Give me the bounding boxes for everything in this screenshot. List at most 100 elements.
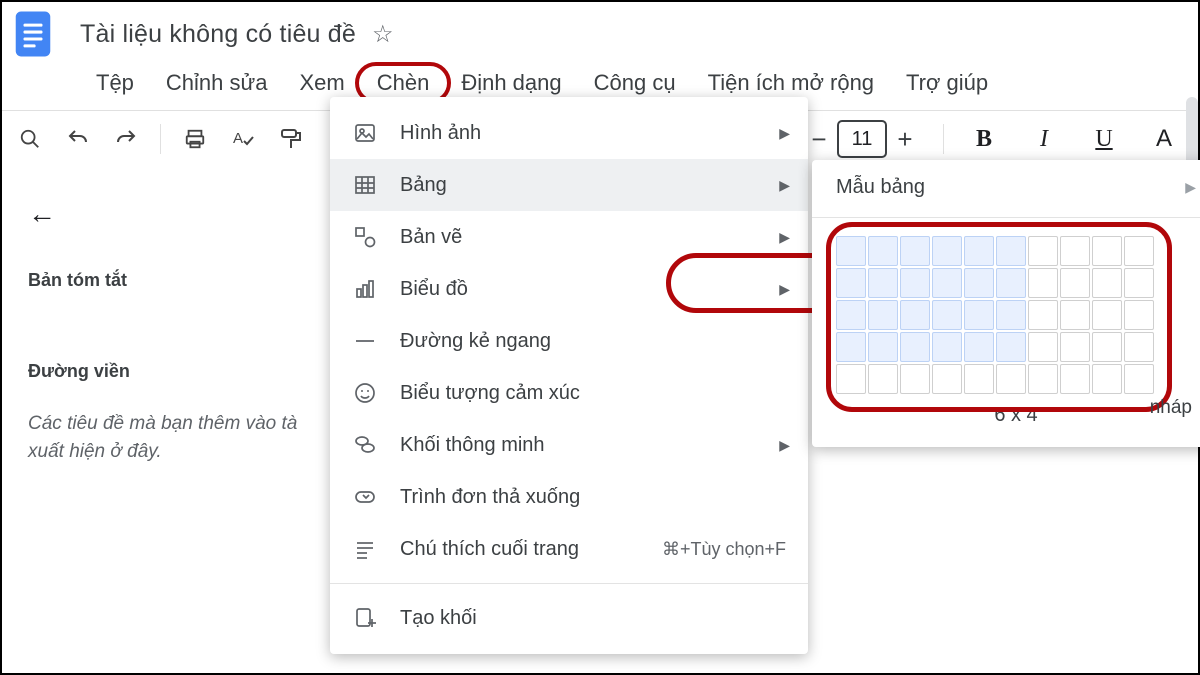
menu-tools[interactable]: Công cụ [578, 66, 692, 100]
table-grid-cell[interactable] [868, 332, 898, 362]
menu-insert[interactable]: Chèn [361, 66, 446, 100]
insert-smartblock[interactable]: Khối thông minh ▶ [330, 419, 808, 471]
drawing-icon [350, 222, 380, 252]
submenu-arrow-icon: ▶ [779, 437, 790, 454]
doc-title[interactable]: Tài liệu không có tiêu đề [80, 20, 356, 49]
insert-table-label: Bảng [400, 174, 447, 197]
table-grid-cell[interactable] [1060, 268, 1090, 298]
outline-border-heading[interactable]: Đường viền [28, 361, 328, 382]
table-grid-cell[interactable] [932, 300, 962, 330]
bold-button[interactable]: B [964, 119, 1004, 159]
table-grid-cell[interactable] [1124, 236, 1154, 266]
table-grid-cell[interactable] [868, 300, 898, 330]
table-grid-cell[interactable] [1028, 236, 1058, 266]
table-grid-cell[interactable] [1124, 268, 1154, 298]
table-grid-cell[interactable] [836, 364, 866, 394]
insert-table[interactable]: Bảng ▶ [330, 159, 808, 211]
table-grid-cell[interactable] [868, 268, 898, 298]
table-grid-cell[interactable] [1092, 268, 1122, 298]
underline-button[interactable]: U [1084, 119, 1124, 159]
menu-help[interactable]: Trợ giúp [890, 66, 1004, 100]
text-color-button[interactable]: A [1144, 119, 1184, 159]
table-grid-cell[interactable] [996, 364, 1026, 394]
table-grid-cell[interactable] [964, 364, 994, 394]
table-grid-cell[interactable] [836, 300, 866, 330]
redo-icon[interactable] [112, 125, 140, 153]
menu-view[interactable]: Xem [283, 66, 360, 100]
table-size-grid[interactable] [836, 236, 1196, 394]
insert-image[interactable]: Hình ảnh ▶ [330, 107, 808, 159]
table-size-label: 6 x 4 [836, 404, 1196, 427]
italic-button[interactable]: I [1024, 119, 1064, 159]
table-grid-cell[interactable] [1028, 268, 1058, 298]
table-grid-cell[interactable] [996, 236, 1026, 266]
spellcheck-icon[interactable]: A [229, 125, 257, 153]
table-grid-cell[interactable] [900, 364, 930, 394]
menu-format[interactable]: Định dạng [445, 66, 577, 100]
outline-collapse-icon[interactable]: ← [28, 198, 328, 230]
table-grid-cell[interactable] [900, 332, 930, 362]
table-grid-cell[interactable] [1060, 300, 1090, 330]
insert-dropdown-control[interactable]: Trình đơn thả xuống [330, 471, 808, 523]
table-grid-cell[interactable] [1060, 236, 1090, 266]
table-grid-cell[interactable] [964, 268, 994, 298]
insert-footnote[interactable]: Chú thích cuối trang ⌘+Tùy chọn+F [330, 523, 808, 575]
table-grid-cell[interactable] [900, 268, 930, 298]
table-grid-cell[interactable] [996, 300, 1026, 330]
table-grid-cell[interactable] [1060, 364, 1090, 394]
insert-create-block-label: Tạo khối [400, 607, 477, 630]
insert-chart[interactable]: Biểu đồ ▶ [330, 263, 808, 315]
insert-drawing[interactable]: Bản vẽ ▶ [330, 211, 808, 263]
submenu-arrow-icon: ▶ [779, 229, 790, 246]
table-grid-cell[interactable] [836, 236, 866, 266]
insert-dropdown: Hình ảnh ▶ Bảng ▶ Bản vẽ ▶ Biểu đồ ▶ Đườ… [330, 97, 808, 654]
table-grid-cell[interactable] [996, 268, 1026, 298]
table-grid-cell[interactable] [1124, 300, 1154, 330]
table-grid-cell[interactable] [996, 332, 1026, 362]
insert-emoji[interactable]: Biểu tượng cảm xúc [330, 367, 808, 419]
table-grid-cell[interactable] [932, 364, 962, 394]
search-icon[interactable] [16, 125, 44, 153]
table-grid-cell[interactable] [1028, 300, 1058, 330]
outline-summary-heading[interactable]: Bản tóm tắt [28, 270, 328, 291]
insert-image-label: Hình ảnh [400, 122, 481, 145]
table-grid-cell[interactable] [1092, 364, 1122, 394]
table-grid-cell[interactable] [836, 268, 866, 298]
table-grid-cell[interactable] [1092, 300, 1122, 330]
insert-create-block[interactable]: Tạo khối [330, 592, 808, 644]
create-block-icon [350, 603, 380, 633]
table-grid-cell[interactable] [964, 332, 994, 362]
menu-extensions[interactable]: Tiện ích mở rộng [692, 66, 890, 100]
table-grid-cell[interactable] [868, 364, 898, 394]
table-grid-cell[interactable] [1028, 364, 1058, 394]
print-icon[interactable] [181, 125, 209, 153]
table-grid-cell[interactable] [836, 332, 866, 362]
docs-logo-icon[interactable] [12, 8, 54, 60]
undo-icon[interactable] [64, 125, 92, 153]
table-grid-cell[interactable] [1124, 332, 1154, 362]
table-grid-cell[interactable] [1124, 364, 1154, 394]
font-size-value[interactable]: 11 [837, 120, 887, 158]
paint-format-icon[interactable] [277, 125, 305, 153]
table-grid-cell[interactable] [964, 300, 994, 330]
table-grid-cell[interactable] [932, 236, 962, 266]
submenu-arrow-icon: ▶ [1185, 179, 1196, 196]
insert-hrule[interactable]: Đường kẻ ngang [330, 315, 808, 367]
table-grid-cell[interactable] [1092, 236, 1122, 266]
table-grid-cell[interactable] [900, 300, 930, 330]
star-icon[interactable]: ☆ [372, 20, 394, 49]
table-grid-cell[interactable] [900, 236, 930, 266]
menu-edit[interactable]: Chỉnh sửa [150, 66, 284, 100]
table-grid-cell[interactable] [932, 268, 962, 298]
table-grid-cell[interactable] [932, 332, 962, 362]
table-grid-cell[interactable] [868, 236, 898, 266]
table-icon [350, 170, 380, 200]
table-grid-cell[interactable] [1092, 332, 1122, 362]
table-grid-cell[interactable] [1060, 332, 1090, 362]
menu-file[interactable]: Tệp [80, 66, 150, 100]
table-grid-cell[interactable] [1028, 332, 1058, 362]
table-grid-cell[interactable] [964, 236, 994, 266]
table-templates[interactable]: Mẫu bảng ▶ [836, 176, 1196, 199]
toolbar-separator [943, 124, 944, 154]
font-size-increase[interactable]: + [887, 121, 923, 157]
